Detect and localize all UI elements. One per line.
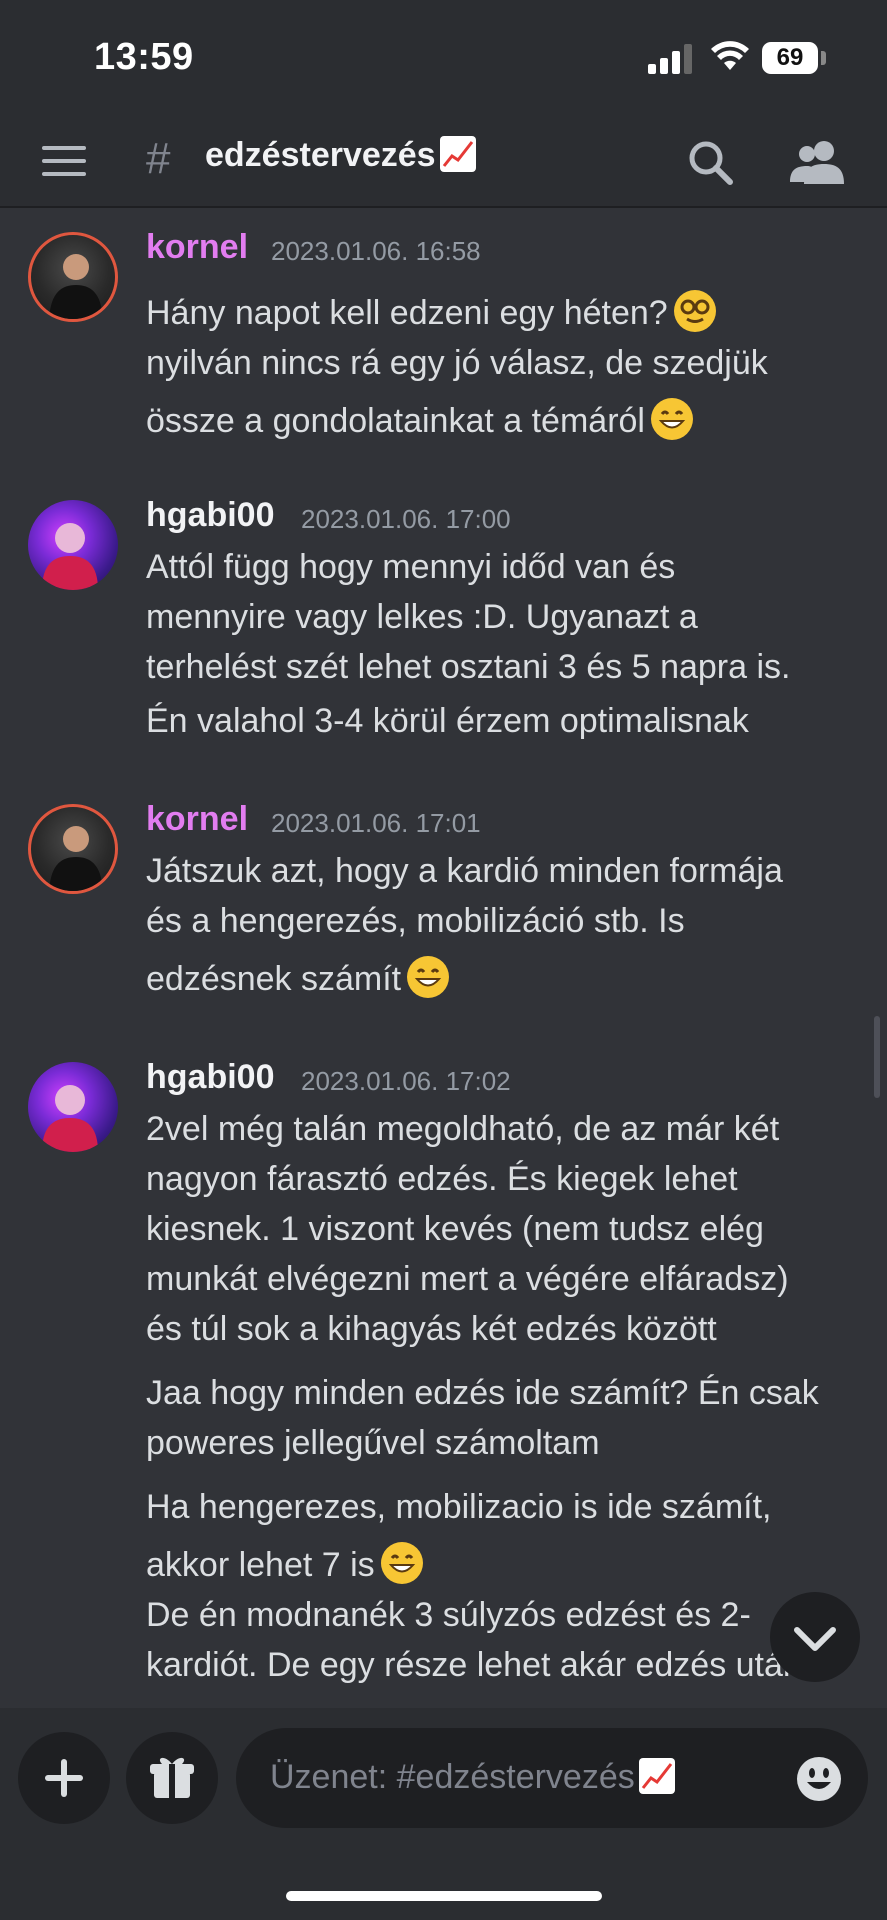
home-indicator (286, 1891, 602, 1901)
message-list[interactable]: kornel 2023.01.06. 16:58 Hány napot kell… (0, 208, 887, 1706)
message-line: Én valahol 3-4 körül érzem optimalisnak (146, 702, 749, 740)
message-line: munkát elvégezni mert a végére elfáradsz… (146, 1260, 789, 1298)
grinning-face-emoji-icon (407, 956, 450, 998)
message-line: Játszuk azt, hogy a kardió minden formáj… (146, 852, 783, 890)
smiley-icon[interactable] (796, 1756, 842, 1802)
message-line: terhelést szét lehet osztani 3 és 5 napr… (146, 648, 791, 686)
message-line: és túl sok a kihagyás két edzés között (146, 1310, 717, 1348)
message-line: nagyon fárasztó edzés. És kiegek lehet (146, 1160, 738, 1198)
message-line: és a hengerezés, mobilizáció stb. Is (146, 902, 685, 940)
avatar[interactable] (28, 804, 118, 894)
message-line: Ha hengerezes, mobilizacio is ide számít… (146, 1488, 772, 1526)
message-line: kardiót. De egy része lehet akár edzés u… (146, 1646, 802, 1684)
message-line: De én modnanék 3 súlyzós edzést és 2- (146, 1596, 751, 1634)
status-time: 13:59 (94, 36, 194, 78)
status-bar: 13:59 69 (0, 0, 887, 118)
message-author[interactable]: kornel (146, 800, 248, 839)
gift-icon (150, 1757, 194, 1798)
nerd-face-emoji-icon (673, 290, 716, 332)
message-composer: Üzenet: #edzéstervezés (0, 1708, 887, 1920)
message-line: poweres jellegűvel számoltam (146, 1424, 600, 1462)
cellular-signal-icon (648, 44, 692, 74)
message-timestamp: 2023.01.06. 16:58 (271, 236, 481, 266)
channel-hash-icon: # (146, 134, 171, 183)
avatar[interactable] (28, 1062, 118, 1152)
grinning-face-emoji-icon (380, 1542, 423, 1584)
message-line: 2vel még talán megoldható, de az már két (146, 1110, 780, 1148)
search-icon[interactable] (686, 138, 734, 186)
grinning-face-emoji-icon (650, 398, 693, 440)
channel-name: edzéstervezés (205, 136, 436, 174)
scrollbar-thumb[interactable] (874, 1016, 880, 1098)
channel-title[interactable]: edzéstervezés (205, 136, 476, 175)
message-line: akkor lehet 7 is (146, 1542, 423, 1585)
avatar[interactable] (28, 232, 118, 322)
message-timestamp: 2023.01.06. 17:01 (271, 808, 481, 838)
message-author[interactable]: kornel (146, 228, 248, 267)
message-input[interactable]: Üzenet: #edzéstervezés (236, 1728, 868, 1828)
message-line: kiesnek. 1 viszont kevés (nem tudsz elég (146, 1210, 764, 1248)
battery-indicator: 69 (762, 42, 818, 74)
message-line: Hány napot kell edzeni egy héten? (146, 290, 716, 333)
add-attachment-button[interactable] (18, 1732, 110, 1824)
message-timestamp: 2023.01.06. 17:02 (301, 1066, 511, 1096)
plus-icon (45, 1759, 83, 1797)
message-line: Jaa hogy minden edzés ide számít? Én csa… (146, 1374, 819, 1412)
hamburger-menu-icon[interactable] (42, 144, 86, 178)
message-line: mennyire vagy lelkes :D. Ugyanazt a (146, 598, 698, 636)
message-line: Attól függ hogy mennyi időd van és (146, 548, 676, 586)
wifi-icon (711, 41, 749, 70)
message-input-placeholder: Üzenet: #edzéstervezés (270, 1758, 675, 1797)
message-author[interactable]: hgabi00 (146, 1058, 274, 1097)
message-timestamp: 2023.01.06. 17:00 (301, 504, 511, 534)
battery-tip (821, 51, 826, 65)
message-line: edzésnek számít (146, 956, 450, 999)
chart-increasing-emoji-icon (439, 136, 476, 172)
chevron-down-icon (794, 1627, 836, 1651)
message-line: össze a gondolatainkat a témáról (146, 398, 693, 441)
avatar[interactable] (28, 500, 118, 590)
message-author[interactable]: hgabi00 (146, 496, 274, 535)
chart-increasing-emoji-icon (638, 1758, 675, 1794)
jump-to-bottom-button[interactable] (770, 1592, 860, 1682)
gift-button[interactable] (126, 1732, 218, 1824)
members-icon[interactable] (790, 138, 844, 186)
message-line: nyilván nincs rá egy jó válasz, de szedj… (146, 344, 768, 382)
channel-header: # edzéstervezés (0, 118, 887, 208)
